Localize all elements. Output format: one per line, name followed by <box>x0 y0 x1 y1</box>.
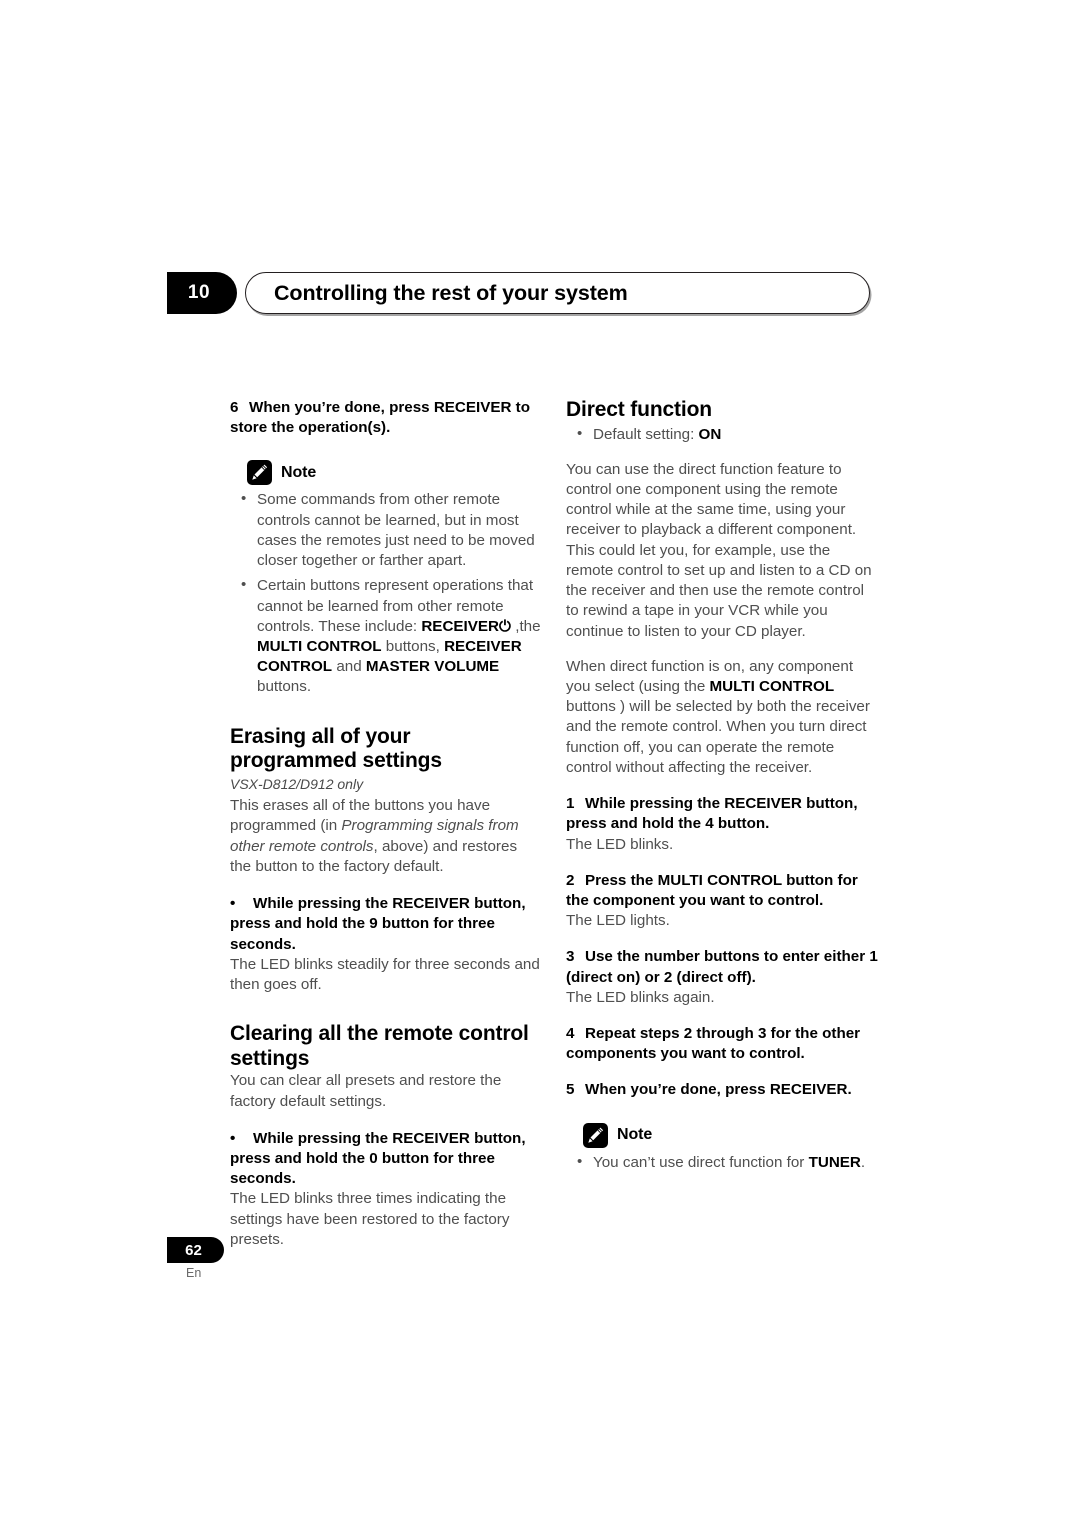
bullet-dot-icon: • <box>230 1129 236 1147</box>
chapter-title-pill: Controlling the rest of your system <box>245 272 870 314</box>
default-setting-label: Default setting: <box>593 425 699 443</box>
page-language: En <box>186 1266 202 1280</box>
note-bullet-right-part1: You can’t use direct function for <box>593 1153 809 1171</box>
bullet-step-erasing: • While pressing the RECEIVER button, pre… <box>230 894 542 955</box>
paragraph-direct-function-2: When direct function is on, any componen… <box>566 657 878 778</box>
chapter-header: 10 Controlling the rest of your system <box>167 272 870 314</box>
note-bullet-2-mid3: and <box>332 658 366 676</box>
page-number: 62 <box>167 1237 224 1263</box>
note-label-right: Note <box>617 1126 653 1144</box>
left-column: 6 When you’re done, press RECEIVER to sto… <box>230 398 542 1250</box>
step-2: 2 Press the MULTI CONTROL button for the … <box>566 871 878 911</box>
note-label-left: Note <box>281 463 317 481</box>
note-bullet-right-1: You can’t use direct function for TUNER. <box>566 1152 878 1173</box>
note-bullet-2-mid2: buttons, <box>381 637 445 655</box>
default-setting-value: ON <box>698 425 722 443</box>
pencil-icon <box>583 1122 608 1148</box>
paragraph-direct-function-1: You can use the direct function feature … <box>566 460 872 640</box>
step-1-text: While pressing the RECEIVER button, pres… <box>566 795 858 833</box>
page-footer: 62 En <box>167 1237 287 1280</box>
step-5-number: 5 <box>566 1081 575 1099</box>
result-erasing: The LED blinks steadily for three second… <box>230 955 540 993</box>
bullet-dot-icon: • <box>230 895 236 913</box>
step-2-text: Press the MULTI CONTROL button for the c… <box>566 871 858 909</box>
step-1-result: The LED blinks. <box>566 835 674 853</box>
step-4-text: Repeat steps 2 through 3 for the other c… <box>566 1025 861 1063</box>
step-5: 5 When you’re done, press RECEIVER. <box>566 1080 878 1100</box>
bullet-step-erasing-text: While pressing the RECEIVER button, pres… <box>230 895 526 953</box>
paragraph-2-bold-multi-control: MULTI CONTROL <box>709 677 835 695</box>
document-page: 10 Controlling the rest of your system 6… <box>0 0 1080 1528</box>
default-setting-line: Default setting: ON <box>566 424 878 445</box>
step-2-number: 2 <box>566 871 575 889</box>
step-4-number: 4 <box>566 1025 575 1043</box>
note-bullet-left-2: Certain buttons represent operations tha… <box>230 575 542 697</box>
step-1-number: 1 <box>566 795 575 813</box>
pencil-icon <box>247 460 272 486</box>
note-bullet-2-tail: buttons. <box>257 678 312 696</box>
step-5-text: When you’re done, press RECEIVER. <box>585 1081 852 1099</box>
note-bullet-right-bold-tuner: TUNER <box>808 1153 861 1171</box>
step-4: 4 Repeat steps 2 through 3 for the other … <box>566 1024 878 1064</box>
page-title: Controlling the rest of your system <box>274 280 628 305</box>
bullet-step-clearing-text: While pressing the RECEIVER button, pres… <box>230 1129 526 1188</box>
note-bullet-2-bold-receiver: RECEIVER <box>421 617 499 635</box>
power-symbol-icon: ⏻ <box>499 617 512 635</box>
step-1: 1 While pressing the RECEIVER button, pre… <box>566 794 878 834</box>
model-note-erasing: VSX-D812/D912 only <box>230 775 364 792</box>
paragraph-clearing: You can clear all presets and restore th… <box>230 1072 502 1110</box>
heading-erasing-settings: Erasing all of your programmed settings <box>230 724 442 773</box>
bullet-step-clearing: • While pressing the RECEIVER button, pre… <box>230 1129 542 1190</box>
step-3: 3 Use the number buttons to enter either … <box>566 947 878 987</box>
step-6: 6 When you’re done, press RECEIVER to sto… <box>230 398 542 438</box>
paragraph-erasing: This erases all of the buttons you have … <box>230 796 542 877</box>
step-3-number: 3 <box>566 948 575 966</box>
heading-clearing-settings: Clearing all the remote control settings <box>230 1022 529 1070</box>
step-3-result: The LED blinks again. <box>566 988 715 1006</box>
note-bullet-right-part2: . <box>860 1153 866 1171</box>
note-header-right: Note <box>566 1122 878 1148</box>
heading-direct-function: Direct function <box>566 398 712 421</box>
note-bullet-2-bold-master-volume: MASTER VOLUME <box>365 658 500 676</box>
step-6-number: 6 <box>230 399 239 416</box>
note-bullet-left-1: Some commands from other remote controls… <box>230 489 542 571</box>
note-bullet-2-bold-multi-control: MULTI CONTROL <box>257 637 382 655</box>
step-3-text: Use the number buttons to enter either 1… <box>566 948 878 986</box>
step-6-text: When you’re done, press RECEIVER to stor… <box>230 399 531 437</box>
step-2-result: The LED lights. <box>566 912 670 930</box>
note-bullet-2-mid1: ,the <box>511 617 541 635</box>
right-column: Direct function Default setting: ON You … <box>566 398 878 1173</box>
note-header-left: Note <box>230 460 542 486</box>
chapter-number-tab: 10 <box>167 272 237 314</box>
paragraph-2-part2: buttons ) will be selected by both the r… <box>566 698 870 776</box>
